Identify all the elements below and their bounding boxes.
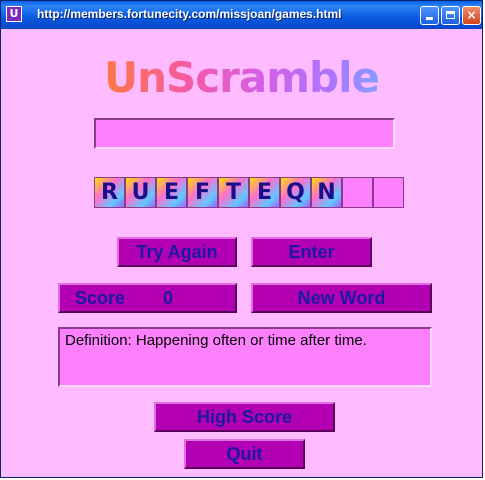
letter-tile[interactable] bbox=[373, 177, 404, 208]
letter-tile[interactable]: Q bbox=[280, 177, 311, 208]
score-display: Score 0 bbox=[58, 283, 237, 313]
minimize-button[interactable] bbox=[420, 6, 439, 25]
close-button[interactable]: × bbox=[462, 6, 481, 25]
maximize-icon bbox=[446, 11, 455, 19]
unscramble-logo: UnScramble bbox=[1, 53, 482, 102]
maximize-button[interactable] bbox=[441, 6, 460, 25]
high-score-button[interactable]: High Score bbox=[154, 402, 335, 432]
minimize-icon bbox=[426, 17, 433, 20]
letter-tile[interactable]: E bbox=[249, 177, 280, 208]
answer-input[interactable] bbox=[94, 118, 395, 149]
score-value: 0 bbox=[163, 288, 174, 308]
window-title: http://members.fortunecity.com/missjoan/… bbox=[37, 7, 342, 21]
definition-box: Definition: Happening often or time afte… bbox=[58, 327, 432, 387]
enter-button[interactable]: Enter bbox=[251, 237, 372, 267]
close-icon: × bbox=[466, 8, 477, 22]
letter-tile[interactable]: F bbox=[187, 177, 218, 208]
letter-tile[interactable]: T bbox=[218, 177, 249, 208]
new-word-button[interactable]: New Word bbox=[251, 283, 432, 313]
letter-tile[interactable]: R bbox=[94, 177, 125, 208]
quit-button[interactable]: Quit bbox=[184, 439, 305, 469]
letter-tile[interactable] bbox=[342, 177, 373, 208]
try-again-button[interactable]: Try Again bbox=[117, 237, 237, 267]
browser-popup-window: U http://members.fortunecity.com/missjoa… bbox=[0, 0, 483, 478]
app-icon: U bbox=[6, 6, 22, 22]
letter-tile[interactable]: N bbox=[311, 177, 342, 208]
letter-tile[interactable]: E bbox=[156, 177, 187, 208]
title-bar[interactable]: U http://members.fortunecity.com/missjoa… bbox=[1, 1, 482, 29]
letter-tile[interactable]: U bbox=[125, 177, 156, 208]
score-label: Score bbox=[75, 288, 126, 308]
letter-tiles: RUEFTEQN bbox=[94, 177, 404, 208]
